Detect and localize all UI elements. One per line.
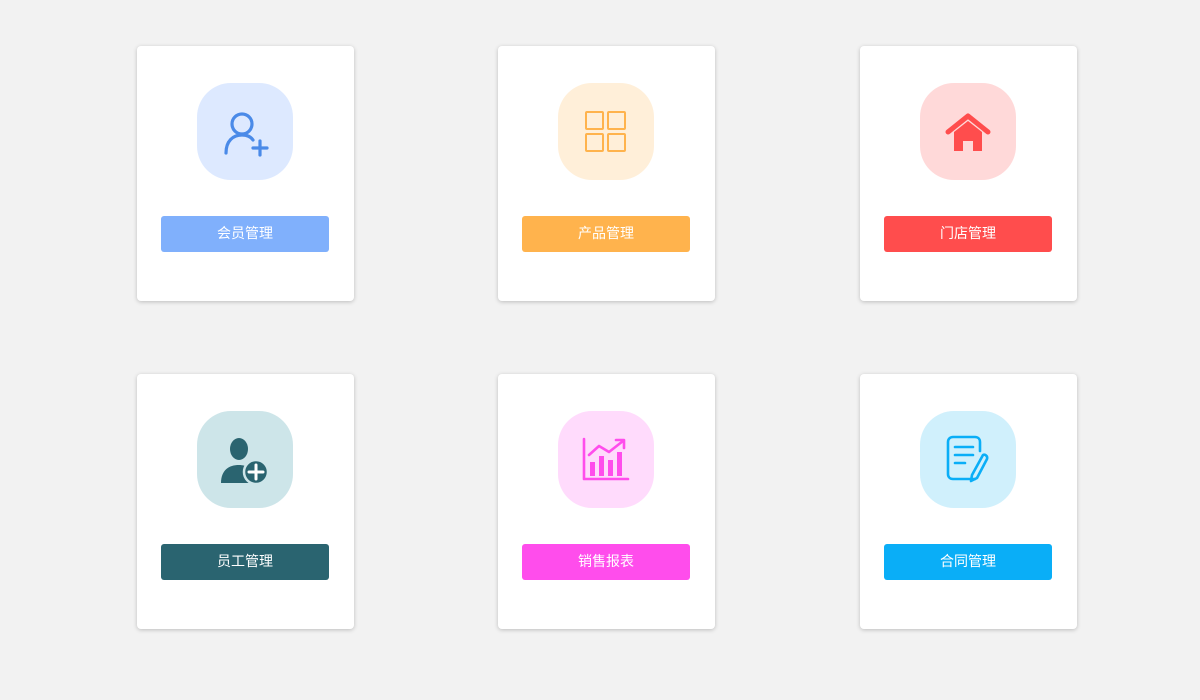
card-member-management[interactable]: 会员管理 [137,46,354,301]
icon-tile [558,83,654,180]
contract-icon [946,435,989,482]
icon-tile [920,83,1016,180]
staff-add-icon [221,437,270,485]
chart-icon [582,437,630,480]
icon-tile [197,83,293,180]
user-add-icon [224,111,269,157]
card-product-management[interactable]: 产品管理 [498,46,715,301]
staff-management-button[interactable]: 员工管理 [161,544,329,580]
member-management-button[interactable]: 会员管理 [161,216,329,252]
contract-management-button[interactable]: 合同管理 [884,544,1052,580]
sales-report-button[interactable]: 销售报表 [522,544,690,580]
product-management-button[interactable]: 产品管理 [522,216,690,252]
card-staff-management[interactable]: 员工管理 [137,374,354,629]
icon-tile [558,411,654,508]
house-icon [945,113,991,151]
grid-icon [585,110,626,152]
icon-tile [197,411,293,508]
icon-tile [920,411,1016,508]
card-store-management[interactable]: 门店管理 [860,46,1077,301]
card-contract-management[interactable]: 合同管理 [860,374,1077,629]
module-grid: 会员管理 产品管理 门店管理 员工管理 销售报表 合同管理 [0,0,1200,700]
card-sales-report[interactable]: 销售报表 [498,374,715,629]
store-management-button[interactable]: 门店管理 [884,216,1052,252]
